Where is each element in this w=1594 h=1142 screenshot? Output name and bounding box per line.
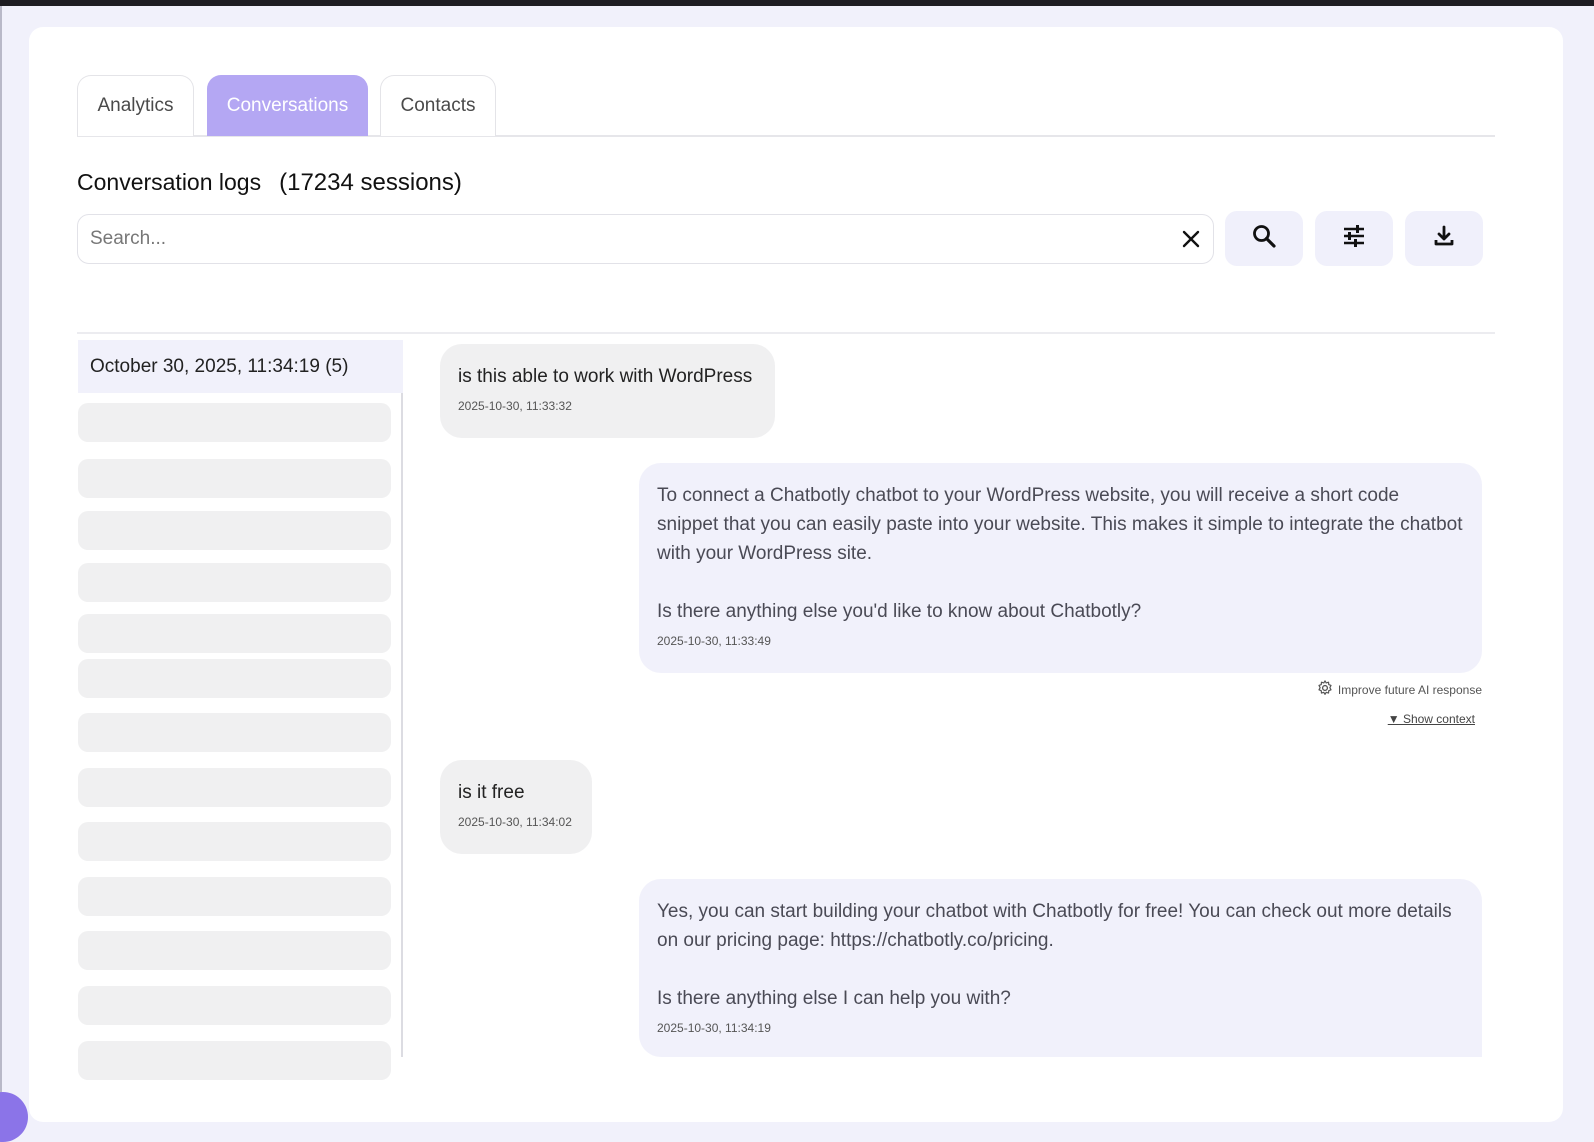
improve-label: Improve future AI response bbox=[1337, 682, 1482, 697]
session-placeholder bbox=[78, 986, 391, 1025]
close-icon[interactable] bbox=[1179, 227, 1203, 251]
window-left-edge bbox=[0, 6, 2, 1142]
session-placeholder bbox=[78, 659, 391, 698]
session-list: October 30, 2025, 11:34:19 (5) bbox=[77, 340, 403, 1080]
search-box bbox=[77, 214, 1214, 264]
session-placeholder bbox=[78, 563, 391, 602]
session-placeholder bbox=[78, 403, 391, 442]
window-top-bar bbox=[0, 0, 1594, 6]
message-text: Yes, you can start building your chatbot… bbox=[657, 901, 1452, 1009]
session-item-selected[interactable]: October 30, 2025, 11:34:19 (5) bbox=[78, 340, 403, 393]
improve-response-button[interactable]: Improve future AI response bbox=[1316, 679, 1482, 700]
session-placeholder bbox=[78, 459, 391, 498]
divider bbox=[77, 332, 1495, 334]
session-placeholder bbox=[78, 877, 391, 916]
message-time: 2025-10-30, 11:33:49 bbox=[657, 634, 771, 648]
message-user: is it free 2025-10-30, 11:34:02 bbox=[440, 760, 592, 854]
message-user: is this able to work with WordPress 2025… bbox=[440, 344, 775, 438]
message-text: To connect a Chatbotly chatbot to your W… bbox=[657, 485, 1463, 622]
gear-icon bbox=[1316, 679, 1334, 700]
message-text: is it free bbox=[458, 782, 525, 803]
search-input[interactable] bbox=[90, 215, 1160, 263]
session-placeholder bbox=[78, 822, 391, 861]
message-time: 2025-10-30, 11:34:02 bbox=[458, 815, 572, 829]
sliders-icon bbox=[1341, 223, 1367, 254]
message-bot: To connect a Chatbotly chatbot to your W… bbox=[639, 463, 1482, 673]
session-count: (17234 sessions) bbox=[279, 169, 462, 196]
session-placeholder bbox=[78, 768, 391, 807]
tab-bar: Analytics Conversations Contacts bbox=[77, 75, 1495, 137]
session-placeholder bbox=[78, 614, 391, 653]
download-button[interactable] bbox=[1405, 211, 1483, 266]
message-time: 2025-10-30, 11:33:32 bbox=[458, 399, 572, 413]
tab-conversations[interactable]: Conversations bbox=[207, 75, 368, 136]
filter-button[interactable] bbox=[1315, 211, 1393, 266]
show-context-link[interactable]: ▼ Show context bbox=[1388, 712, 1475, 726]
session-placeholder bbox=[78, 931, 391, 970]
message-time: 2025-10-30, 11:34:19 bbox=[657, 1021, 771, 1035]
page-heading: Conversation logs (17234 sessions) bbox=[77, 169, 462, 197]
search-icon bbox=[1251, 223, 1277, 254]
main-card: Analytics Conversations Contacts Convers… bbox=[29, 27, 1563, 1122]
message-bot: Yes, you can start building your chatbot… bbox=[639, 879, 1482, 1057]
page-title: Conversation logs bbox=[77, 169, 262, 195]
download-icon bbox=[1432, 224, 1456, 253]
message-text: is this able to work with WordPress bbox=[458, 366, 753, 387]
session-placeholder bbox=[78, 511, 391, 550]
tab-analytics[interactable]: Analytics bbox=[77, 75, 194, 136]
session-placeholder bbox=[78, 713, 391, 752]
chat-widget-button[interactable] bbox=[0, 1092, 28, 1142]
search-button[interactable] bbox=[1225, 211, 1303, 266]
session-placeholder bbox=[78, 1041, 391, 1080]
tab-contacts[interactable]: Contacts bbox=[380, 75, 496, 136]
